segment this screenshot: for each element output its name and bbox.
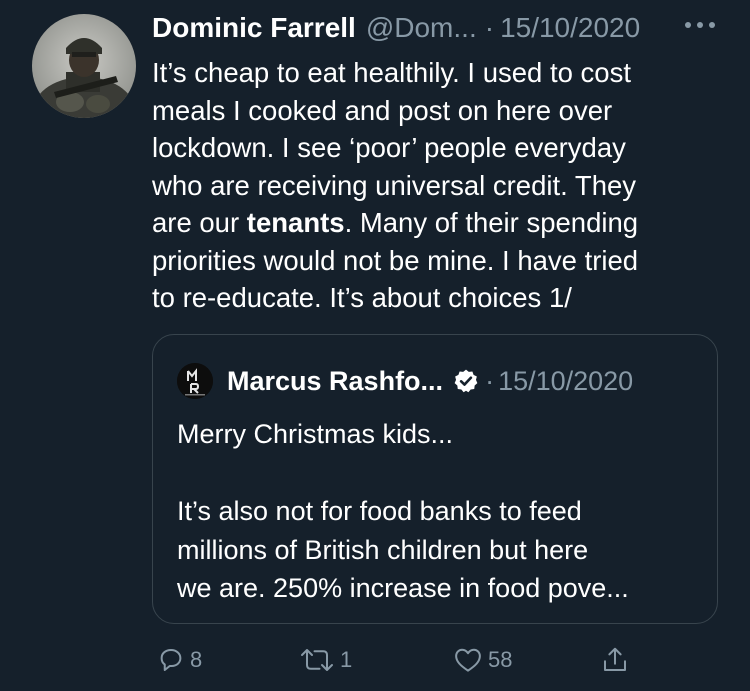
tweet-text-line: meals I cooked and post on here over bbox=[152, 94, 613, 126]
soldier-photo-icon bbox=[32, 14, 136, 118]
quoted-text-line: Merry Christmas kids... bbox=[177, 419, 454, 449]
share-button[interactable] bbox=[600, 640, 630, 680]
tweet-date[interactable]: 15/10/2020 bbox=[500, 12, 640, 44]
quoted-text-line: millions of British children but here bbox=[177, 534, 589, 565]
author-name[interactable]: Dominic Farrell bbox=[152, 12, 356, 44]
retweet-icon bbox=[301, 649, 333, 671]
separator-dot: · bbox=[485, 365, 495, 396]
quoted-text-line: we are. 250% increase in food pove... bbox=[177, 573, 629, 603]
quoted-author-name[interactable]: Marcus Rashfo... bbox=[227, 366, 443, 397]
tweet-text-line: priorities would not be mine. I have tri… bbox=[152, 244, 639, 276]
tweet-text-line: lockdown. I see ‘poor’ people everyday bbox=[152, 132, 626, 163]
tweet-text-bold: tenants bbox=[246, 207, 345, 238]
quoted-text-line: It’s also not for food banks to feed bbox=[177, 496, 582, 526]
reply-icon bbox=[160, 649, 182, 671]
tweet-text-line: It’s cheap to eat healthily. I used to c… bbox=[152, 57, 631, 88]
tweet-text-fragment: are our bbox=[152, 207, 247, 238]
quoted-author-avatar[interactable] bbox=[177, 363, 213, 399]
quoted-tweet-text: Merry Christmas kids... It’s also not fo… bbox=[177, 415, 697, 608]
verified-badge-icon bbox=[453, 368, 479, 394]
tweet-actions: 8 1 58 bbox=[152, 640, 652, 680]
like-button[interactable]: 58 bbox=[452, 640, 512, 680]
reply-count: 8 bbox=[190, 647, 203, 672]
author-avatar[interactable] bbox=[32, 14, 136, 118]
tweet-text-line: to re-educate. It’s about choices 1/ bbox=[152, 282, 572, 313]
like-count: 58 bbox=[488, 647, 513, 672]
quoted-tweet-date[interactable]: 15/10/2020 bbox=[498, 366, 633, 397]
tweet-text-line: who are receiving universal credit. They bbox=[152, 169, 637, 201]
reply-button[interactable]: 8 bbox=[156, 640, 202, 680]
quoted-tweet-card[interactable]: Marcus Rashfo... · 15/10/2020 Merry Chri… bbox=[152, 334, 718, 624]
separator-dot: · bbox=[484, 12, 495, 43]
tweet[interactable]: Dominic Farrell @Dom... · 15/10/2020 It’… bbox=[0, 0, 750, 691]
quoted-text-line bbox=[177, 454, 697, 493]
tweet-text-line: are our tenants. Many of their spending bbox=[152, 204, 732, 242]
retweet-count: 1 bbox=[340, 647, 353, 672]
tweet-text: It’s cheap to eat healthily. I used to c… bbox=[152, 54, 732, 317]
quoted-tweet-header: Marcus Rashfo... · 15/10/2020 bbox=[177, 361, 633, 401]
share-icon bbox=[604, 647, 626, 671]
tweet-text-fragment: . Many of their spending bbox=[344, 207, 639, 238]
mr-logo-icon bbox=[177, 363, 213, 399]
author-handle[interactable]: @Dom... bbox=[366, 12, 477, 44]
retweet-button[interactable]: 1 bbox=[298, 640, 352, 680]
heart-icon bbox=[455, 648, 481, 672]
tweet-header: Dominic Farrell @Dom... · 15/10/2020 bbox=[152, 8, 732, 48]
more-options-button[interactable] bbox=[682, 10, 718, 40]
more-icon bbox=[685, 22, 715, 28]
